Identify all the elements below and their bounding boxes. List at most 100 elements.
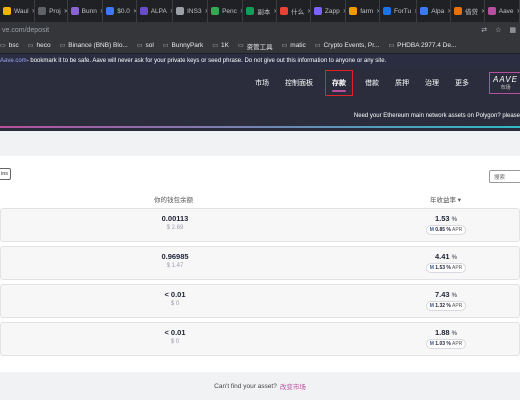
asset-row[interactable]: 0.96985 $ 1.47 4.41 % M 1.53 % APR <box>0 246 520 280</box>
apy-cell: 7.43 % M 1.32 % APR <box>421 290 471 311</box>
col-header-balance[interactable]: 你的钱包余额 <box>154 194 193 204</box>
asset-row[interactable]: < 0.01 $ 0 1.88 % M 1.03 % APR <box>0 322 520 356</box>
nav-item[interactable]: 存款 <box>325 69 353 96</box>
tab-label: ForTu <box>393 7 412 15</box>
change-market-link[interactable]: 改变市场 <box>280 381 306 391</box>
bookmark-item[interactable]: ▭ Crypto Events, Pr... <box>315 42 380 49</box>
incentive-label: APR <box>451 341 463 347</box>
aave-logo[interactable]: AAVE 市场 <box>489 71 520 94</box>
browser-tab[interactable]: ForTu✕ <box>380 0 418 22</box>
apy-value: 4.41 <box>434 252 450 261</box>
tab-favicon-icon <box>139 7 148 15</box>
balance-value: 0.00113 <box>161 214 189 223</box>
warning-link[interactable]: Aave.com <box>0 58 27 64</box>
bookmark-item[interactable]: ▭ bsc <box>0 42 19 49</box>
browser-tab[interactable]: $0.0✕ <box>103 0 137 22</box>
tab-favicon-icon <box>280 7 289 15</box>
asset-row[interactable]: 0.00113 $ 2.69 1.53 % M 0.85 % APR <box>0 208 520 242</box>
nav-item[interactable]: 借款 <box>365 67 379 98</box>
nav-item-label: 更多 <box>455 79 469 87</box>
tab-favicon-icon <box>313 7 322 15</box>
tab-label: Aave <box>498 7 514 15</box>
apy-value: 7.43 <box>434 290 450 299</box>
bookmark-item[interactable]: ▭ sol <box>137 42 154 49</box>
nav-item-label: 市场 <box>255 79 269 87</box>
browser-tab-strip: Waul✕Proj✕Bunn✕$0.0✕ALPA✕INS3✕Penc✕副本✕什么… <box>0 0 520 22</box>
tab-label: $0.0 <box>117 7 130 15</box>
logo-text: AAVE <box>493 74 518 84</box>
extensions-icon[interactable]: ▦ <box>509 26 516 34</box>
phishing-warning: Aave.com - bookmark it to be safe. Aave … <box>0 54 520 67</box>
bookmark-item[interactable]: ▭ heco <box>28 42 51 49</box>
folder-icon: ▭ <box>59 43 66 49</box>
tab-label: Waul <box>14 7 29 15</box>
address-bar[interactable]: ve.com/deposit ⇄ ☆ ▦ <box>0 22 520 38</box>
percent-sign: % <box>451 293 458 299</box>
incentive-badge: M 0.85 % APR <box>425 225 467 235</box>
translate-icon[interactable]: ⇄ <box>481 26 487 34</box>
tab-label: ALPA <box>150 7 167 15</box>
col-header-apy[interactable]: 年收益率 ▾ <box>430 194 461 204</box>
folder-icon: ▭ <box>388 43 395 49</box>
browser-tab[interactable]: farm✕ <box>346 0 380 22</box>
browser-tab[interactable]: 借贷✕ <box>451 0 485 22</box>
sub-header: Need your Ethereum main network assets o… <box>0 98 520 131</box>
balance-usd: $ 0 <box>170 339 180 345</box>
percent-sign: % <box>451 255 458 261</box>
nav-item[interactable]: 控制面板 <box>285 67 313 98</box>
browser-tab[interactable]: Aave✕ <box>485 0 520 22</box>
nav-item[interactable]: 治理 <box>425 67 439 98</box>
nav-item[interactable]: 更多 <box>455 67 469 98</box>
tab-label: Proj <box>49 7 61 15</box>
browser-tab[interactable]: Penc✕ <box>208 0 244 22</box>
nav-item-label: 借款 <box>365 79 379 87</box>
search-input[interactable]: 搜索 <box>489 170 520 183</box>
bookmark-item[interactable]: ▭ BunnyPark <box>163 42 203 49</box>
tab-label: INS3 <box>187 7 202 15</box>
bookmark-label: PHDBA 2977.4 De... <box>397 42 457 49</box>
bookmark-label: bsc <box>8 42 19 49</box>
browser-tab[interactable]: INS3✕ <box>173 0 209 22</box>
tab-close-icon[interactable]: ✕ <box>517 8 519 15</box>
bookmark-item[interactable]: ▭ 1K <box>212 42 229 49</box>
incentive-label: APR <box>451 303 463 309</box>
tab-favicon-icon <box>38 7 47 15</box>
tab-favicon-icon <box>453 7 462 15</box>
warning-text: - bookmark it to be safe. Aave will neve… <box>26 57 387 64</box>
balance-value: 0.96985 <box>161 252 189 261</box>
bookmark-item[interactable]: ▭ matic <box>282 42 306 49</box>
url-host: ve.com <box>2 26 25 34</box>
tab-favicon-icon <box>211 7 220 15</box>
bookmark-item[interactable]: ▭ Binance (BNB) Blo... <box>60 42 128 49</box>
browser-tab[interactable]: 副本✕ <box>243 0 278 22</box>
bookmark-item[interactable]: ▭ PHDBA 2977.4 De... <box>388 42 456 49</box>
tab-favicon-icon <box>70 7 79 15</box>
browser-tab[interactable]: Zapp✕ <box>311 0 347 22</box>
nav-item-label: 控制面板 <box>285 79 313 87</box>
incentive-value: 1.32 % <box>435 303 451 309</box>
nav-item[interactable]: 市场 <box>255 67 269 98</box>
matic-icon: M <box>429 303 434 309</box>
polygon-banner: Need your Ethereum main network assets o… <box>353 113 520 119</box>
footer: Can't find your asset? 改变市场 <box>0 372 520 400</box>
browser-tab[interactable]: ALPA✕ <box>137 0 174 22</box>
browser-tab[interactable]: Alpa✕ <box>417 0 451 22</box>
star-icon[interactable]: ☆ <box>495 26 501 34</box>
browser-tab[interactable]: Waul✕ <box>0 0 36 22</box>
folder-icon: ▭ <box>314 43 321 49</box>
filter-chip[interactable]: ins <box>0 168 11 180</box>
tab-label: Bunn <box>81 7 97 15</box>
matic-icon: M <box>429 227 434 233</box>
asset-row[interactable]: < 0.01 $ 0 7.43 % M 1.32 % APR <box>0 284 520 318</box>
nav-item-label: 存款 <box>332 79 346 87</box>
apy-cell: 1.53 % M 0.85 % APR <box>421 214 471 235</box>
incentive-value: 1.03 % <box>435 341 451 347</box>
browser-tab[interactable]: 什么✕ <box>277 0 311 22</box>
nav-item[interactable]: 质押 <box>395 67 409 98</box>
tab-favicon-icon <box>3 7 11 15</box>
bookmark-label: Binance (BNB) Blo... <box>68 42 128 49</box>
browser-tab[interactable]: Proj✕ <box>35 0 68 22</box>
browser-tab[interactable]: Bunn✕ <box>68 0 104 22</box>
bookmark-item[interactable]: ▭ 资管工具 <box>238 41 273 51</box>
tab-label: Penc <box>222 7 237 15</box>
